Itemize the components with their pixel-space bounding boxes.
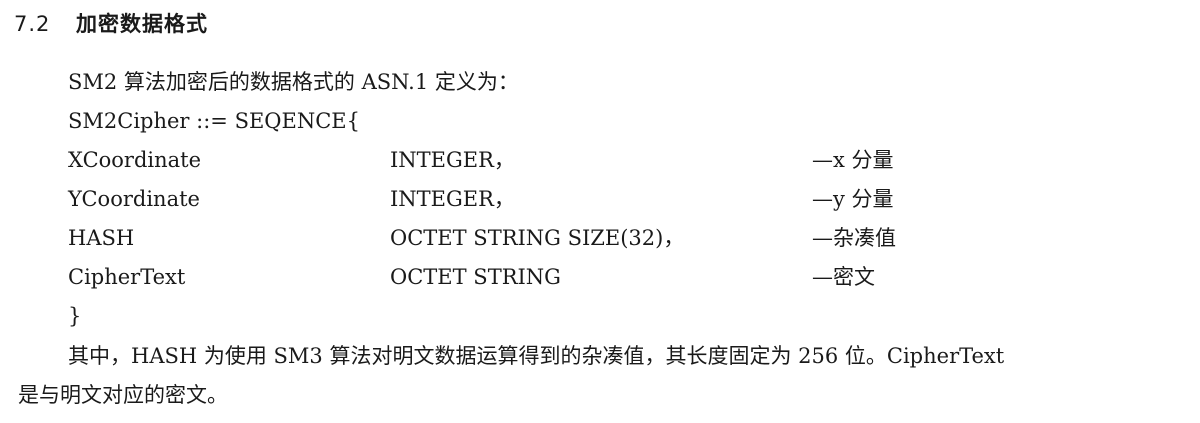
field-comment: —杂凑值 [812,226,896,250]
field-comment: —x 分量 [812,148,894,172]
paragraph-line-1: 其中，HASH 为使用 SM3 算法对明文数据运算得到的杂凑值，其长度固定为 2… [68,344,1005,368]
field-type: OCTET STRING [390,265,561,289]
field-comment: —密文 [812,265,875,289]
field-type: OCTET STRING SIZE(32)， [390,226,685,250]
field-name: YCoordinate [68,187,200,211]
struct-open: SM2Cipher ::= SEQENCE{ [68,109,360,133]
section-title: 加密数据格式 [76,12,208,36]
section-number: 7.2 [14,12,51,36]
field-name: CipherText [68,265,186,289]
field-type: INTEGER， [390,187,515,211]
section-heading: 7.2 加密数据格式 [14,8,208,38]
struct-close: } [68,304,82,328]
paragraph-line-2: 是与明文对应的密文。 [18,383,228,407]
field-name: HASH [68,226,135,250]
field-type: INTEGER， [390,148,515,172]
field-name: XCoordinate [68,148,202,172]
intro-text: SM2 算法加密后的数据格式的 ASN.1 定义为： [68,70,519,94]
field-comment: —y 分量 [812,187,894,211]
